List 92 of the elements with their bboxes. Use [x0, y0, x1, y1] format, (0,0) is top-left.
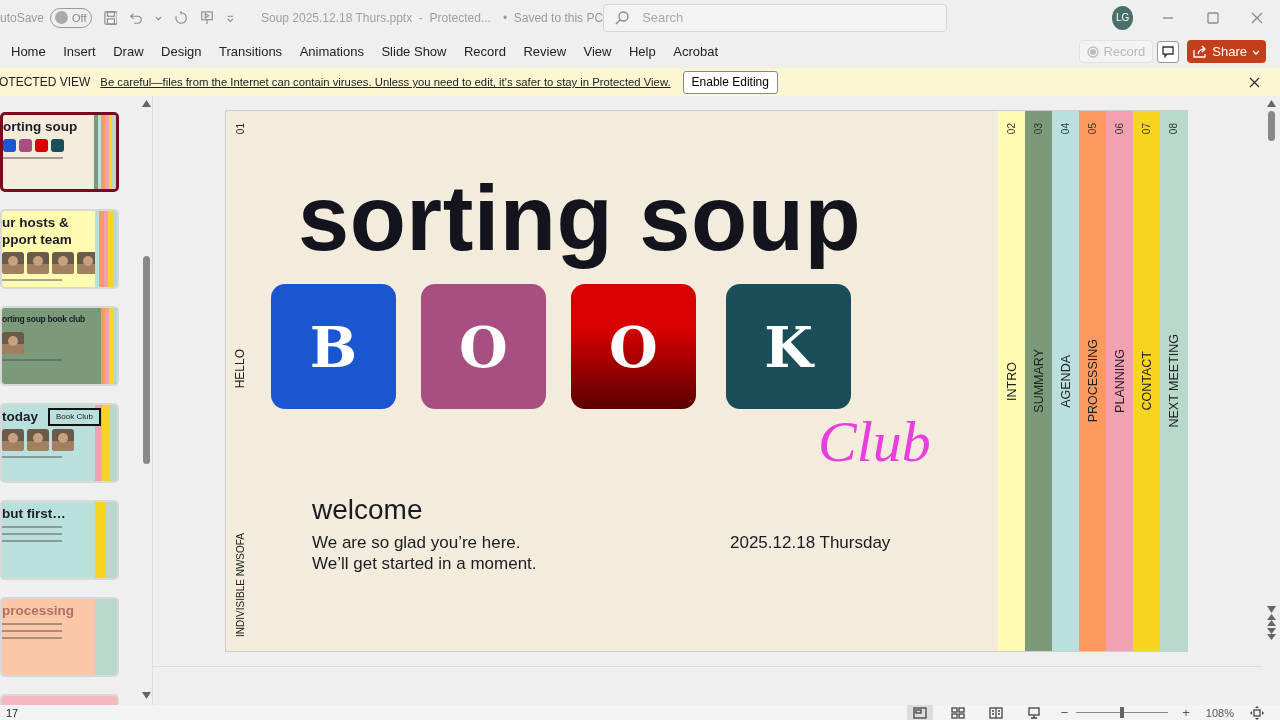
thumbnail-title: orting soup book club	[2, 313, 85, 326]
slide-sorter-icon	[950, 706, 965, 719]
autosave-label: utoSave	[0, 10, 45, 25]
ribbon-tab[interactable]: Review	[516, 40, 574, 63]
user-avatar[interactable]: LG	[1112, 5, 1133, 30]
section-label: SUMMARY	[1031, 349, 1046, 413]
welcome-heading: welcome	[312, 493, 424, 527]
share-icon	[1193, 45, 1208, 58]
enable-editing-button[interactable]: Enable Editing	[682, 70, 778, 94]
zoom-level[interactable]: 108%	[1205, 706, 1234, 719]
maximize-icon[interactable]	[1206, 11, 1219, 24]
slideshow-icon	[1026, 706, 1041, 719]
ribbon-tab[interactable]: Design	[154, 40, 209, 63]
next-slide-icon[interactable]	[1266, 627, 1276, 641]
section-label: INTRO	[1004, 361, 1019, 401]
scroll-down-icon[interactable]	[1266, 606, 1276, 613]
slide-title: sorting soup	[298, 168, 863, 268]
thumbnail-badge: Book Club	[48, 408, 101, 426]
save-status: • Saved to this PC	[502, 10, 604, 25]
normal-view-icon	[912, 706, 927, 719]
slide-thumbnail[interactable]: ur hosts & pport team	[0, 209, 119, 289]
slide-thumbnail[interactable]: but first…	[0, 500, 119, 580]
section-number: 07	[1141, 123, 1152, 135]
document-title: Soup 2025.12.18 Thurs.pptx - Protected...	[260, 10, 491, 25]
slide-thumbnail[interactable]: orting soup book club	[0, 306, 119, 386]
thumbnail-title: processing	[2, 603, 75, 618]
ribbon-tab[interactable]: Help	[622, 40, 663, 63]
search-icon	[615, 10, 630, 25]
save-icon[interactable]	[103, 9, 118, 26]
scroll-up-icon[interactable]	[1266, 100, 1276, 107]
section-number: 08	[1168, 123, 1179, 135]
scroll-down-icon[interactable]	[141, 692, 151, 699]
thumbnail-title: pport team	[2, 232, 72, 247]
section-label: PROCESSING	[1085, 339, 1100, 423]
ribbon-tab[interactable]: Record	[457, 40, 513, 63]
letter-tile: K	[726, 284, 851, 409]
view-button[interactable]	[906, 705, 933, 720]
ribbon-tab[interactable]: Home	[4, 40, 53, 63]
footer-text: INDIVISIBLE NWSOFA	[234, 533, 246, 637]
tile-icon	[19, 139, 32, 152]
warning-link[interactable]: Be careful—files from the Internet can contain viruses. Unless you need to edit, it's safer to stay in Protected View.	[100, 76, 671, 88]
scrollbar-thumb[interactable]	[142, 255, 150, 464]
ribbon-tab[interactable]: Slide Show	[374, 40, 454, 63]
comment-button[interactable]	[1157, 40, 1180, 63]
thumbnail-title: today	[2, 409, 38, 424]
reading-view-icon	[988, 706, 1003, 719]
tile-icon	[51, 139, 64, 152]
close-icon[interactable]	[1249, 76, 1260, 88]
section-label: AGENDA	[1058, 354, 1073, 408]
scrollbar-thumb[interactable]	[1267, 111, 1275, 141]
thumbnail-title: ur hosts &	[2, 215, 69, 230]
tile-icon	[35, 139, 48, 152]
thumbnail-title: orting soup	[3, 119, 78, 134]
ribbon-tab[interactable]: Animations	[292, 40, 371, 63]
section-number: 02	[1006, 123, 1017, 135]
fit-to-window-icon[interactable]	[1250, 705, 1264, 720]
section-number: 04	[1060, 123, 1071, 135]
script-word: Club	[818, 408, 931, 476]
ribbon-tab[interactable]: Acrobat	[666, 40, 726, 63]
meeting-date: 2025.12.18 Thursday	[730, 532, 891, 554]
slide-thumbnail[interactable]: today Book Club	[0, 403, 119, 483]
slide-thumbnail[interactable]: orting soup	[0, 112, 119, 192]
slide-number: 01	[234, 123, 246, 135]
search-field[interactable]: Search	[603, 3, 948, 32]
section-number: 03	[1033, 123, 1044, 135]
comment-icon	[1162, 45, 1175, 58]
section-number: 05	[1087, 123, 1098, 135]
letter-tile: O	[571, 284, 696, 409]
section-label: CONTACT	[1139, 351, 1154, 411]
record-icon	[1087, 45, 1100, 58]
zoom-slider-thumb[interactable]	[1120, 707, 1125, 718]
zoom-out-button[interactable]: −	[1060, 705, 1069, 720]
share-button[interactable]: Share	[1187, 40, 1266, 63]
zoom-in-button[interactable]: +	[1182, 705, 1190, 720]
side-label: HELLO	[233, 349, 247, 389]
ribbon-tab[interactable]: Draw	[106, 40, 151, 63]
letter-tile: B	[271, 284, 396, 409]
slide-count: 17	[6, 706, 19, 719]
redo-icon[interactable]	[174, 9, 189, 26]
tile-icon	[3, 139, 16, 152]
ribbon-tab[interactable]: Insert	[56, 40, 103, 63]
presentation-icon[interactable]	[200, 9, 215, 26]
scroll-up-icon[interactable]	[141, 100, 151, 107]
section-label: NEXT MEETING	[1166, 334, 1181, 428]
ribbon-tab[interactable]: View	[576, 40, 619, 63]
thumbnail-title: but first…	[2, 506, 66, 521]
ribbon-tab[interactable]: Transitions	[212, 40, 290, 63]
letter-tile: O	[421, 284, 546, 409]
welcome-text: We are so glad you’re here. We’ll get started in a moment.	[312, 532, 538, 574]
protected-view-label: OTECTED VIEW	[0, 75, 91, 89]
section-label: PLANNING	[1112, 349, 1127, 414]
section-number: 06	[1114, 123, 1125, 135]
